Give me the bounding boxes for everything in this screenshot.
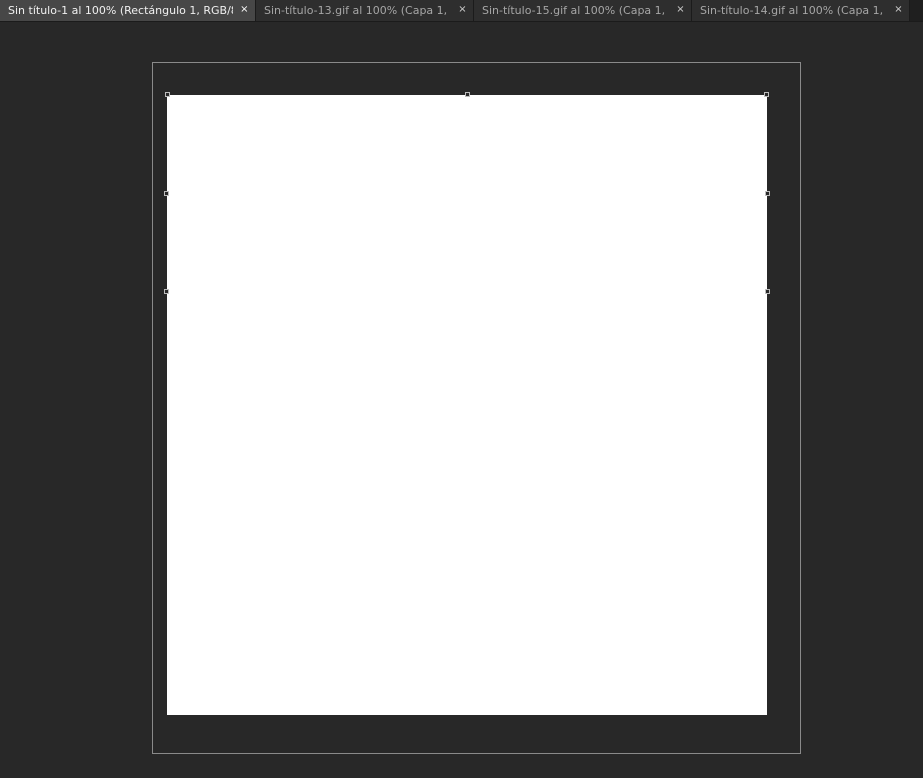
close-icon[interactable]: ×	[676, 5, 685, 15]
close-icon[interactable]: ×	[894, 5, 903, 15]
close-icon[interactable]: ×	[240, 5, 249, 15]
tab-sin-titulo-13[interactable]: Sin-título-13.gif al 100% (Capa 1, R... …	[256, 0, 474, 21]
close-icon[interactable]: ×	[458, 5, 467, 15]
photoshop-window: Sin título-1 al 100% (Rectángulo 1, RGB/…	[0, 0, 923, 778]
tab-sin-titulo-15[interactable]: Sin-título-15.gif al 100% (Capa 1, R... …	[474, 0, 692, 21]
tab-label: Sin-título-14.gif al 100% (Capa 1, R...	[700, 3, 887, 17]
tab-label: Sin-título-13.gif al 100% (Capa 1, R...	[264, 3, 451, 17]
tab-sin-titulo-1[interactable]: Sin título-1 al 100% (Rectángulo 1, RGB/…	[0, 0, 256, 21]
canvas-workspace[interactable]	[0, 22, 923, 778]
tab-label: Sin título-1 al 100% (Rectángulo 1, RGB/…	[8, 3, 233, 17]
tab-sin-titulo-14[interactable]: Sin-título-14.gif al 100% (Capa 1, R... …	[692, 0, 910, 21]
tab-label: Sin-título-15.gif al 100% (Capa 1, R...	[482, 3, 669, 17]
document-tab-bar: Sin título-1 al 100% (Rectángulo 1, RGB/…	[0, 0, 923, 22]
